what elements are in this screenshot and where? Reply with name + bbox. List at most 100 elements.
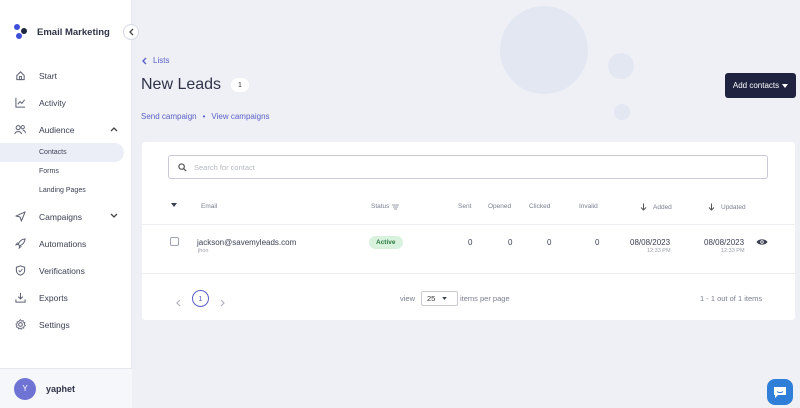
opened-count: 0 [508,238,513,247]
items-per-page-value: 25 [427,294,436,303]
column-header-opened[interactable]: Opened [488,203,511,210]
header-label: Email [201,203,218,210]
gear-icon [14,319,26,331]
pagination-summary: 1 - 1 out of 1 items [700,294,763,303]
column-header-added[interactable]: Added [640,203,672,211]
column-header-updated[interactable]: Updated [708,203,746,211]
breadcrumb[interactable]: Lists [141,56,169,65]
download-icon [14,292,26,304]
sidebar-item-label: Campaigns [39,211,82,222]
row-checkbox[interactable] [170,237,179,246]
added-date: 08/08/2023 [630,238,671,247]
header-label: Sent [458,203,472,210]
contact-email[interactable]: jackson@savemyleads.com [197,238,296,247]
table-row[interactable] [142,224,795,274]
add-contacts-button[interactable]: Add contacts [725,73,796,98]
column-header-status[interactable]: Status [371,203,400,210]
items-per-page-label: items per page [460,294,510,303]
send-icon [14,211,26,223]
added-time: 12:33 PM [647,248,671,254]
status-badge: Active [369,236,403,249]
brand-logo-icon [14,24,28,40]
list-actions: Send campaign • View campaigns [141,112,270,121]
caret-down-icon [171,203,177,207]
view-contact-button[interactable] [756,238,768,248]
updated-date: 08/08/2023 [704,238,745,247]
arrow-down-icon [640,203,647,211]
breadcrumb-link[interactable]: Lists [153,56,169,65]
sidebar-item-contacts[interactable]: Contacts [0,143,124,162]
sidebar-item-audience[interactable]: Audience [0,116,132,143]
items-per-page-select[interactable]: 25 [421,291,458,306]
background-circle [614,104,630,120]
sidebar-item-landing-pages[interactable]: Landing Pages [0,181,132,200]
sidebar-item-exports[interactable]: Exports [0,284,132,311]
page-title: New Leads [141,76,222,93]
search-input[interactable] [194,162,754,172]
chevron-down-icon [110,212,118,221]
page-number-button[interactable]: 1 [192,290,209,307]
sidebar-item-label: Activity [39,97,66,108]
header-label: Opened [488,203,512,210]
sidebar-item-label: Start [39,70,57,81]
sent-count: 0 [468,238,473,247]
chat-icon [774,386,786,398]
sidebar-item-automations[interactable]: Automations [0,230,132,257]
contact-name: jhon [198,248,209,254]
column-header-clicked[interactable]: Clicked [529,203,550,210]
background-circle [500,6,588,94]
sidebar-item-label: Audience [39,124,75,135]
contacts-card: Email Status Sent Opened Clicked Invalid… [142,142,795,320]
sidebar-item-activity[interactable]: Activity [0,89,132,116]
column-header-invalid[interactable]: Invalid [579,203,598,210]
separator-dot: • [202,112,206,121]
chevron-right-icon [220,299,225,307]
sidebar-item-label: Automations [39,238,87,249]
brand[interactable]: Email Marketing [14,24,110,40]
pagination: 1 view 25 items per page 1 - 1 out of 1 … [142,288,795,308]
column-header-email[interactable]: Email [201,203,217,210]
header-label: Clicked [529,203,551,210]
sidebar-item-settings[interactable]: Settings [0,311,132,338]
sidebar-item-campaigns[interactable]: Campaigns [0,203,132,230]
user-profile[interactable]: Y yaphet [0,368,132,408]
header-label: Invalid [579,203,598,210]
caret-down-icon [782,83,789,88]
sidebar-item-label: Verifications [39,265,85,276]
eye-icon [756,239,768,245]
column-header-sent[interactable]: Sent [458,203,471,210]
sort-icon [392,204,400,209]
sidebar-item-verifications[interactable]: Verifications [0,257,132,284]
select-all-dropdown[interactable] [171,203,177,207]
view-campaigns-link[interactable]: View campaigns [211,112,269,121]
home-icon [14,70,26,82]
invalid-count: 0 [595,238,600,247]
collapse-sidebar-button[interactable] [123,24,139,40]
search-icon [178,162,187,172]
sidebar-item-label: Forms [39,168,59,175]
caret-down-icon [442,297,448,300]
search-box[interactable] [168,155,768,179]
add-contacts-label: Add contacts [732,81,780,90]
send-campaign-link[interactable]: Send campaign [141,112,197,121]
clicked-count: 0 [547,238,552,247]
shield-icon [14,265,26,277]
sidebar: Email Marketing Start Activity Audience … [0,0,132,408]
chart-icon [14,97,26,109]
sidebar-item-label: Exports [39,292,68,303]
prev-page-button[interactable] [176,294,181,312]
rocket-icon [14,238,26,250]
sidebar-item-start[interactable]: Start [0,62,132,89]
next-page-button[interactable] [220,294,225,312]
sidebar-item-forms[interactable]: Forms [0,162,132,181]
sidebar-item-label: Landing Pages [39,187,86,194]
chat-button[interactable] [767,379,793,405]
header-label: Updated [721,203,746,211]
sidebar-nav: Start Activity Audience Contacts Forms L… [0,62,132,338]
updated-time: 12:33 PM [721,248,745,254]
app-name: Email Marketing [37,26,110,38]
header-label: Added [653,203,672,211]
header-label: Status [371,203,390,210]
chevron-left-icon [142,57,147,64]
users-icon [14,124,26,136]
